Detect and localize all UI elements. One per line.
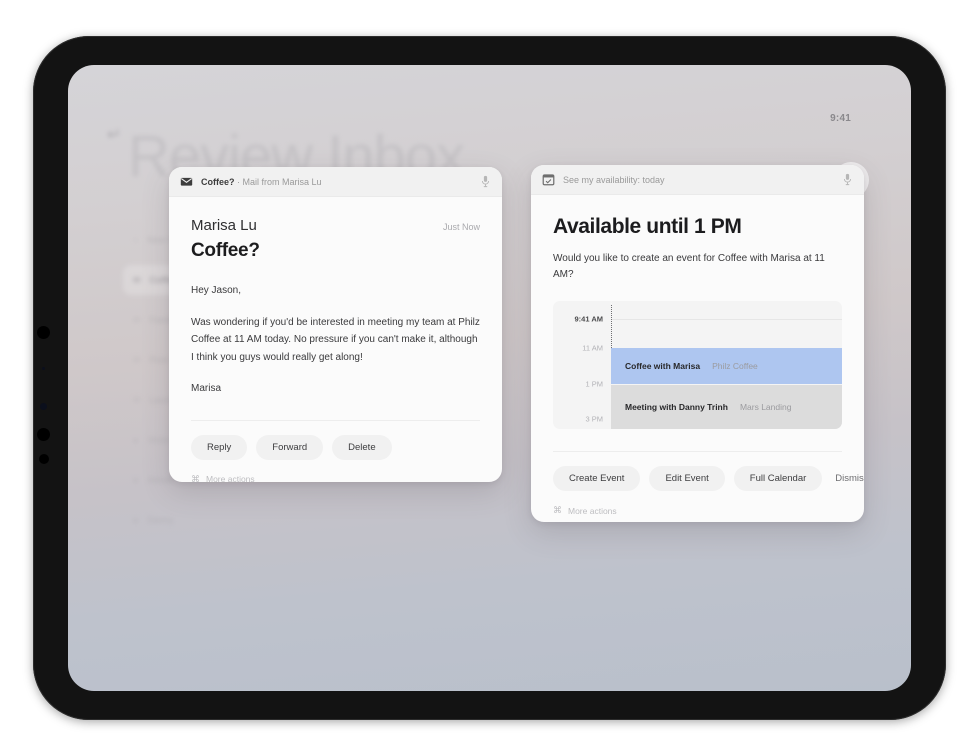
availability-subtitle: Would you like to create an event for Co… bbox=[553, 253, 825, 280]
mail-timestamp: Just Now bbox=[442, 222, 480, 232]
delete-button[interactable]: Delete bbox=[332, 434, 392, 460]
event-name: Meeting with Danny Trinh bbox=[625, 402, 728, 412]
device-side-button-middle bbox=[37, 428, 50, 441]
device-side-button-top bbox=[37, 326, 50, 339]
forward-button[interactable]: Forward bbox=[256, 434, 324, 460]
sidebar-item-label: Post- bbox=[149, 355, 171, 365]
sidebar-item-label: Advait bbox=[147, 475, 173, 485]
event-name: Coffee with Marisa bbox=[625, 361, 701, 371]
mail-query-context: · Mail from Marisa Lu bbox=[234, 176, 322, 187]
mail-sender-row: Marisa Lu Just Now bbox=[191, 217, 480, 234]
command-key-icon: ⌘ bbox=[553, 505, 562, 515]
mail-action-buttons: Reply Forward Delete bbox=[191, 421, 480, 460]
circle-icon: ● bbox=[133, 435, 139, 445]
calendar-card-header: See my availability: today bbox=[531, 165, 864, 195]
mail-sender: Marisa Lu bbox=[191, 217, 257, 234]
circle-icon: ● bbox=[133, 475, 139, 485]
schedule-grid[interactable]: 9:41 AM 11 AM 1 PM 3 PM Coffee with Mari… bbox=[553, 301, 842, 429]
mail-card-header-text: Coffee? · Mail from Marisa Lu bbox=[201, 177, 322, 187]
dismiss-button[interactable]: Dismiss bbox=[831, 466, 864, 491]
calendar-card-body: Available until 1 PM Would you like to c… bbox=[531, 195, 864, 516]
time-label-11am: 11 AM bbox=[582, 343, 603, 353]
mail-greeting: Hey Jason, bbox=[191, 285, 242, 296]
command-key-icon: ⌘ bbox=[191, 473, 200, 483]
more-actions-label: More actions bbox=[568, 505, 617, 516]
availability-title: Available until 1 PM bbox=[553, 215, 742, 238]
more-actions-label: More actions bbox=[206, 474, 255, 482]
sidebar-item-label: Danny bbox=[147, 515, 174, 525]
envelope-icon bbox=[180, 177, 193, 186]
device-microphone-hole bbox=[42, 367, 45, 370]
calendar-icon bbox=[542, 174, 555, 186]
mail-card-header: Coffee? · Mail from Marisa Lu bbox=[169, 167, 502, 197]
time-label-now: 9:41 AM bbox=[574, 314, 603, 324]
tablet-device-frame: ↵ Review Inbox + New f ✉ Coffee ✉ Feedb … bbox=[33, 36, 946, 720]
mail-signoff: Marisa bbox=[191, 383, 222, 394]
envelope-icon: ✉ bbox=[133, 274, 141, 285]
back-arrow-icon[interactable]: ↵ bbox=[107, 125, 121, 145]
event-location: Philz Coffee bbox=[712, 361, 758, 371]
plus-icon: + bbox=[133, 235, 139, 245]
time-label-3pm: 3 PM bbox=[585, 414, 603, 424]
calendar-query: See my availability: today bbox=[563, 174, 665, 185]
full-calendar-button[interactable]: Full Calendar bbox=[733, 466, 823, 491]
event-meeting-with-danny-trinh[interactable]: Meeting with Danny Trinh Mars Landing bbox=[611, 385, 842, 429]
device-sensor-port bbox=[40, 403, 47, 410]
mail-more-actions[interactable]: ⌘ More actions bbox=[191, 460, 480, 483]
mail-query: Coffee? bbox=[201, 176, 235, 187]
mail-subject: Coffee? bbox=[191, 240, 260, 261]
edit-event-button[interactable]: Edit Event bbox=[649, 466, 725, 491]
event-location: Mars Landing bbox=[739, 402, 792, 412]
mail-result-card: Coffee? · Mail from Marisa Lu Marisa Lu … bbox=[169, 167, 502, 482]
calendar-action-buttons: Create Event Edit Event Full Calendar Di… bbox=[553, 452, 864, 491]
sidebar-item-danny[interactable]: ● Danny bbox=[123, 505, 273, 535]
status-bar-time: 9:41 bbox=[830, 113, 851, 124]
calendar-result-card: See my availability: today Available unt… bbox=[531, 165, 864, 522]
microphone-icon[interactable] bbox=[480, 175, 491, 188]
mail-card-body: Marisa Lu Just Now Coffee? Hey Jason, Wa… bbox=[169, 197, 502, 482]
create-event-button[interactable]: Create Event bbox=[553, 466, 641, 491]
sidebar-item-label: Victor bbox=[147, 435, 171, 445]
sidebar-item-label: New f bbox=[147, 235, 171, 245]
device-side-button-bottom bbox=[39, 454, 49, 464]
envelope-icon: ✉ bbox=[133, 354, 141, 365]
envelope-icon: ✉ bbox=[133, 314, 141, 325]
reply-button[interactable]: Reply bbox=[191, 434, 248, 460]
grid-line bbox=[611, 319, 842, 320]
event-coffee-with-marisa[interactable]: Coffee with Marisa Philz Coffee bbox=[611, 348, 842, 384]
time-label-1pm: 1 PM bbox=[585, 379, 603, 389]
tablet-screen: ↵ Review Inbox + New f ✉ Coffee ✉ Feedb … bbox=[68, 65, 911, 691]
envelope-icon: ✉ bbox=[133, 394, 141, 405]
mail-body: Was wondering if you'd be interested in … bbox=[191, 316, 480, 363]
microphone-icon[interactable] bbox=[842, 173, 853, 186]
calendar-more-actions[interactable]: ⌘ More actions bbox=[553, 491, 842, 516]
circle-icon: ● bbox=[133, 515, 139, 525]
